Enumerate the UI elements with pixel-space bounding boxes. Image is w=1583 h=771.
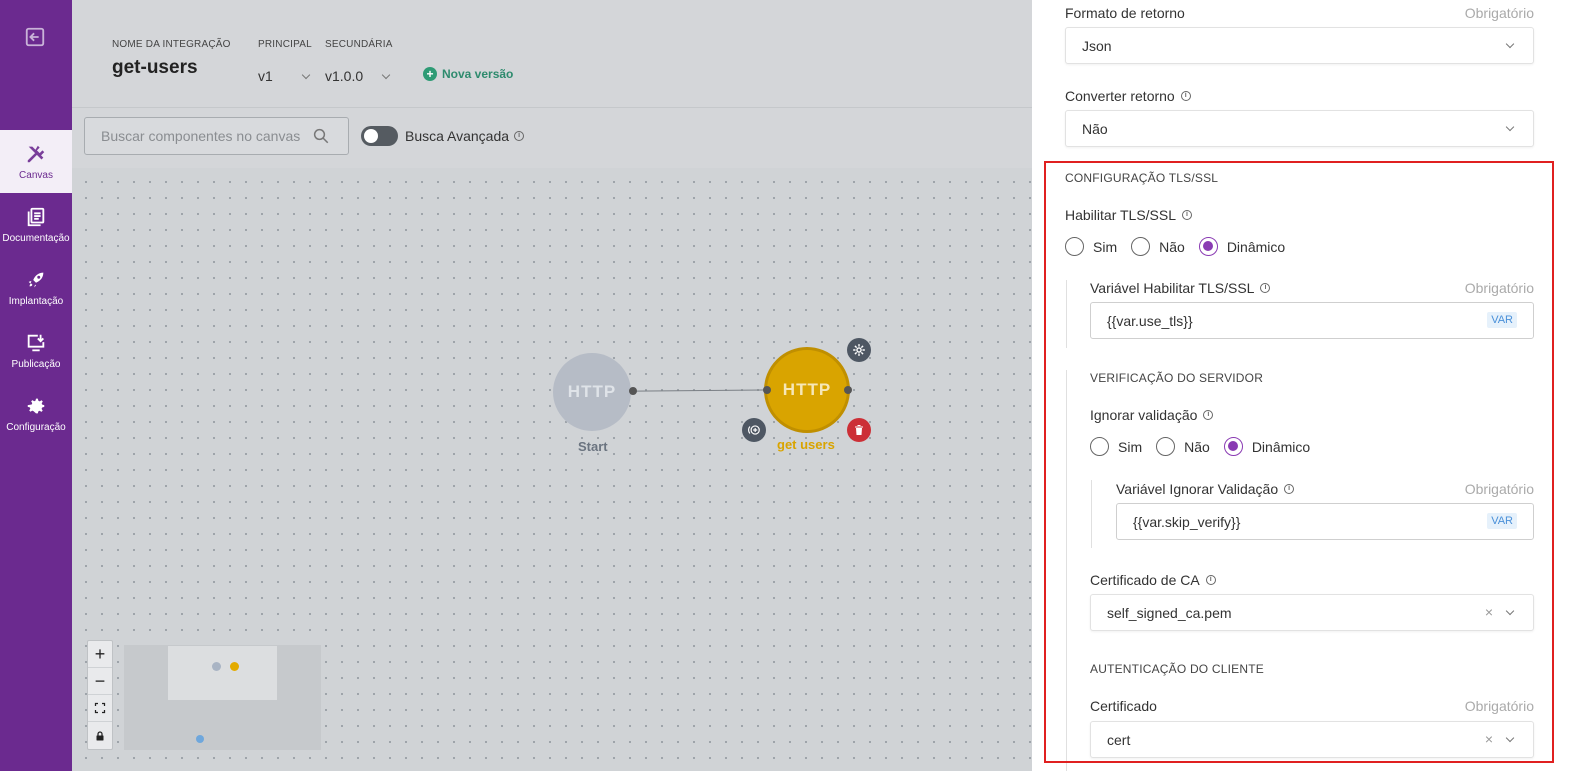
sidebar-item-label: Publicação	[11, 358, 61, 370]
advanced-search-toggle[interactable]	[361, 126, 398, 146]
secundaria-select[interactable]: v1.0.0	[325, 68, 391, 84]
required-hint: Obrigatório	[1464, 5, 1534, 21]
minimap-node-get-users	[230, 662, 239, 671]
search-icon[interactable]	[312, 127, 330, 145]
formato-select[interactable]: Json	[1065, 27, 1534, 64]
node-add-button[interactable]	[742, 418, 766, 442]
converter-select[interactable]: Não	[1065, 110, 1534, 147]
sidebar-item-canvas[interactable]: Canvas	[0, 130, 72, 193]
converter-value: Não	[1082, 121, 1108, 137]
secundaria-label: SECUNDÁRIA	[325, 39, 393, 50]
node-settings-button[interactable]	[847, 338, 871, 362]
info-icon[interactable]: i	[1180, 91, 1191, 101]
integration-name-label: NOME DA INTEGRAÇÃO	[112, 39, 231, 50]
node-get-users-label: get users	[777, 437, 835, 452]
node-get-users-output-port[interactable]	[844, 386, 852, 394]
zoom-out-button[interactable]: −	[88, 668, 112, 695]
highlight-box	[1044, 161, 1554, 763]
sidebar-item-documentacao[interactable]: Documentação	[0, 193, 72, 256]
chevron-down-icon	[381, 70, 391, 80]
rocket-icon	[28, 272, 44, 287]
integration-header: NOME DA INTEGRAÇÃO get-users PRINCIPAL v…	[72, 0, 1032, 108]
principal-select[interactable]: v1	[258, 68, 310, 84]
formato-label: Formato de retorno	[1065, 5, 1185, 21]
tools-icon	[27, 145, 45, 162]
search-box	[84, 117, 349, 155]
sidebar-item-label: Canvas	[19, 169, 53, 181]
exit-icon[interactable]	[24, 26, 46, 48]
sidebar-top	[0, 0, 72, 130]
chevron-down-icon	[1505, 122, 1515, 132]
zoom-controls: + −	[87, 640, 113, 750]
sidebar-item-label: Documentação	[2, 232, 70, 244]
sidebar-item-implantacao[interactable]: Implantação	[0, 256, 72, 319]
fit-view-button[interactable]	[88, 695, 112, 722]
publish-icon	[27, 334, 45, 351]
plus-circle-icon: +	[423, 67, 437, 81]
lock-icon	[96, 730, 104, 740]
chevron-down-icon	[1505, 39, 1515, 49]
sidebar-item-label: Implantação	[8, 295, 64, 307]
node-start-text: HTTP	[567, 382, 617, 401]
principal-value: v1	[258, 68, 273, 84]
advanced-search-label: Busca Avançada	[405, 128, 510, 144]
node-start[interactable]: HTTP	[553, 353, 631, 431]
toggle-knob	[364, 129, 378, 143]
add-circle-icon	[748, 425, 760, 435]
node-get-users[interactable]: HTTP	[764, 347, 850, 433]
lock-button[interactable]	[88, 722, 112, 749]
gear-icon	[853, 344, 865, 356]
info-icon[interactable]: i	[514, 131, 525, 141]
gear-icon	[27, 398, 45, 413]
node-delete-button[interactable]	[847, 418, 871, 442]
node-start-output-port[interactable]	[629, 387, 637, 395]
formato-value: Json	[1082, 38, 1112, 54]
integration-name: get-users	[112, 57, 198, 78]
node-get-users-input-port[interactable]	[763, 386, 771, 394]
trash-icon	[855, 425, 863, 435]
canvas-area: NOME DA INTEGRAÇÃO get-users PRINCIPAL v…	[72, 0, 1032, 771]
zoom-in-button[interactable]: +	[88, 641, 112, 668]
new-version-label: Nova versão	[442, 67, 514, 81]
minimap-viewport[interactable]	[168, 646, 277, 700]
book-icon	[27, 207, 45, 226]
search-input[interactable]	[85, 118, 315, 154]
principal-label: PRINCIPAL	[258, 39, 312, 50]
secundaria-value: v1.0.0	[325, 68, 364, 84]
fit-view-icon	[94, 702, 106, 714]
advanced-search: Busca Avançada i	[405, 128, 525, 144]
canvas-toolbar: Busca Avançada i	[72, 108, 1032, 168]
node-start-label: Start	[578, 439, 608, 454]
chevron-down-icon	[301, 70, 310, 80]
converter-label-text: Converter retorno	[1065, 88, 1175, 104]
node-get-users-text: HTTP	[782, 380, 832, 399]
minimap-node-start	[212, 662, 221, 671]
new-version-button[interactable]: + Nova versão	[423, 67, 513, 81]
sidebar-item-publicacao[interactable]: Publicação	[0, 319, 72, 382]
minimap-marker	[196, 735, 204, 743]
sidebar-item-configuracao[interactable]: Configuração	[0, 382, 72, 445]
sidebar-item-label: Configuração	[6, 421, 66, 433]
converter-label: Converter retorno i	[1065, 88, 1191, 104]
minimap[interactable]	[124, 645, 321, 750]
sidebar: Canvas Documentação Implantação Publicaç…	[0, 0, 72, 771]
